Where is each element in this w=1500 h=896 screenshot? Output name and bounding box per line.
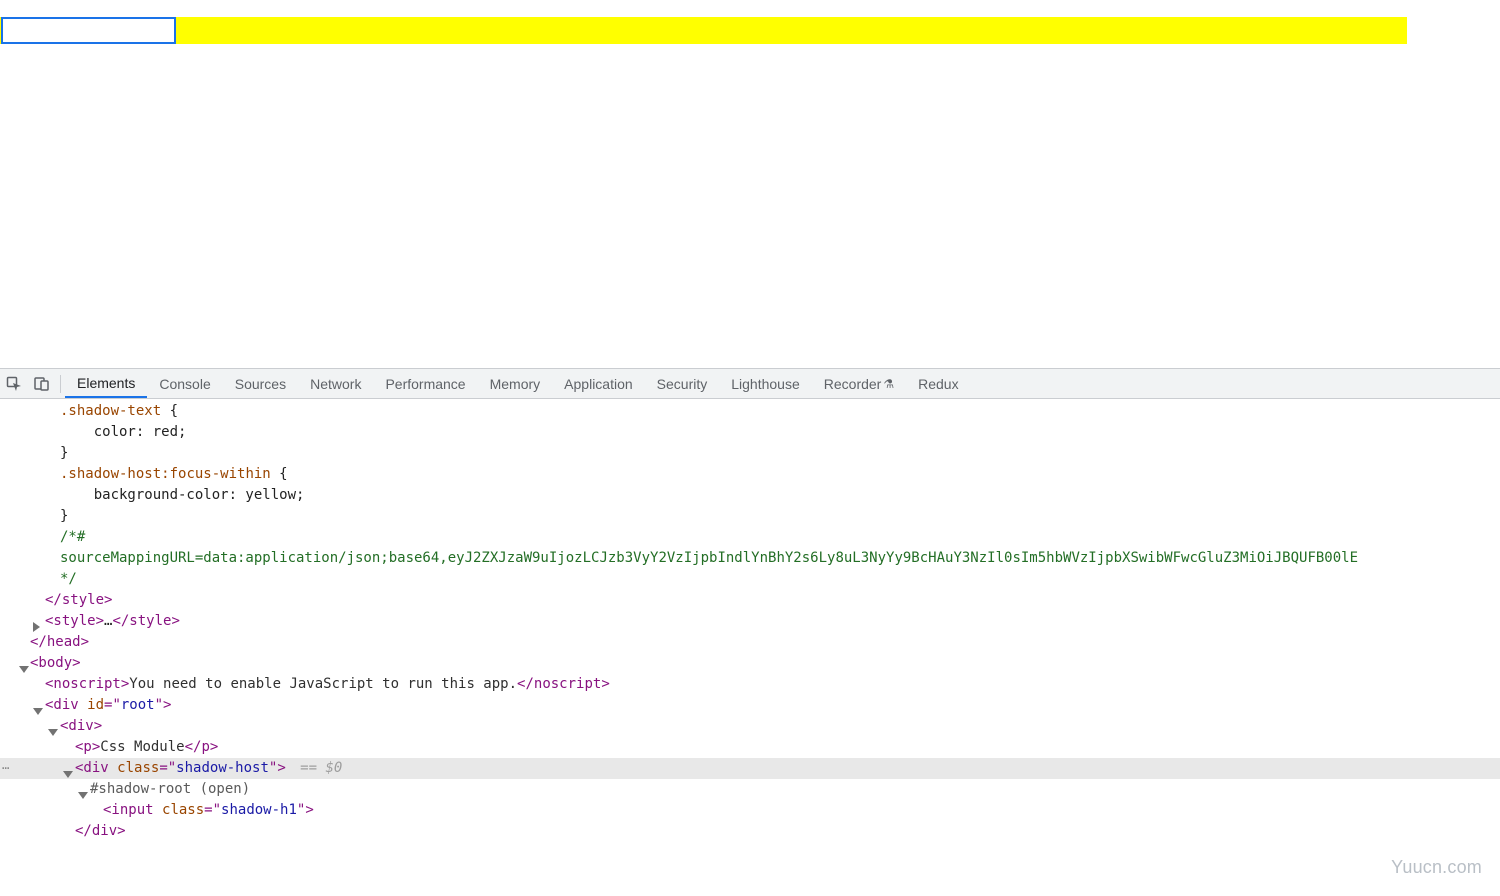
expand-arrow-icon[interactable]: [33, 622, 40, 632]
shadow-input[interactable]: [1, 17, 176, 44]
devtools-toolbar: Elements Console Sources Network Perform…: [0, 369, 1500, 399]
inspect-icon[interactable]: [0, 370, 28, 398]
devtools-panel: Elements Console Sources Network Perform…: [0, 368, 1500, 896]
collapse-arrow-icon[interactable]: [48, 729, 58, 736]
div-node[interactable]: <div>: [0, 716, 1500, 737]
more-actions-icon[interactable]: ⋯: [2, 758, 10, 779]
tab-console[interactable]: Console: [147, 369, 222, 398]
page-viewport: [0, 0, 1500, 368]
toolbar-separator: [60, 375, 61, 393]
css-rule2-close: }: [0, 506, 1500, 527]
css-rule1-close: }: [0, 443, 1500, 464]
collapse-arrow-icon[interactable]: [19, 666, 29, 673]
head-close-tag: </head>: [0, 632, 1500, 653]
watermark-text: Yuucn.com: [1391, 857, 1482, 878]
device-toggle-icon[interactable]: [28, 370, 56, 398]
css-rule1-selector: .shadow-text {: [0, 401, 1500, 422]
style-close-tag: </style>: [0, 590, 1500, 611]
p-node[interactable]: <p>Css Module</p>: [0, 737, 1500, 758]
tab-network[interactable]: Network: [298, 369, 373, 398]
tab-elements[interactable]: Elements: [65, 369, 147, 398]
tab-redux[interactable]: Redux: [906, 369, 970, 398]
body-open-tag[interactable]: <body>: [0, 653, 1500, 674]
collapse-arrow-icon[interactable]: [33, 708, 43, 715]
collapse-arrow-icon[interactable]: [63, 771, 73, 778]
style-collapsed[interactable]: <style>…</style>: [0, 611, 1500, 632]
css-comment-body: sourceMappingURL=data:application/json;b…: [0, 548, 1500, 569]
tab-performance[interactable]: Performance: [373, 369, 477, 398]
css-comment-close: */: [0, 569, 1500, 590]
noscript-node[interactable]: <noscript>You need to enable JavaScript …: [0, 674, 1500, 695]
div-root-node[interactable]: <div id="root">: [0, 695, 1500, 716]
css-rule1-decl: color: red;: [0, 422, 1500, 443]
css-comment-open: /*#: [0, 527, 1500, 548]
tab-recorder[interactable]: Recorder⚗: [812, 369, 906, 398]
tab-security[interactable]: Security: [645, 369, 720, 398]
beaker-icon: ⚗: [883, 377, 894, 391]
elements-panel[interactable]: .shadow-text { color: red; } .shadow-hos…: [0, 399, 1500, 896]
div-close-node: </div>: [0, 821, 1500, 842]
shadow-root-node[interactable]: #shadow-root (open): [0, 779, 1500, 800]
tab-sources[interactable]: Sources: [223, 369, 298, 398]
selected-node-indicator: == $0: [292, 760, 343, 776]
input-node[interactable]: <input class="shadow-h1">: [0, 800, 1500, 821]
tab-application[interactable]: Application: [552, 369, 645, 398]
css-rule2-selector: .shadow-host:focus-within {: [0, 464, 1500, 485]
shadow-host-highlight: [0, 17, 1407, 44]
tab-lighthouse[interactable]: Lighthouse: [719, 369, 812, 398]
tab-memory[interactable]: Memory: [478, 369, 553, 398]
devtools-tabs: Elements Console Sources Network Perform…: [65, 369, 971, 398]
css-rule2-decl: background-color: yellow;: [0, 485, 1500, 506]
selected-node-row[interactable]: ⋯<div class="shadow-host"> == $0: [0, 758, 1500, 779]
collapse-arrow-icon[interactable]: [78, 792, 88, 799]
tab-recorder-label: Recorder: [824, 376, 882, 392]
